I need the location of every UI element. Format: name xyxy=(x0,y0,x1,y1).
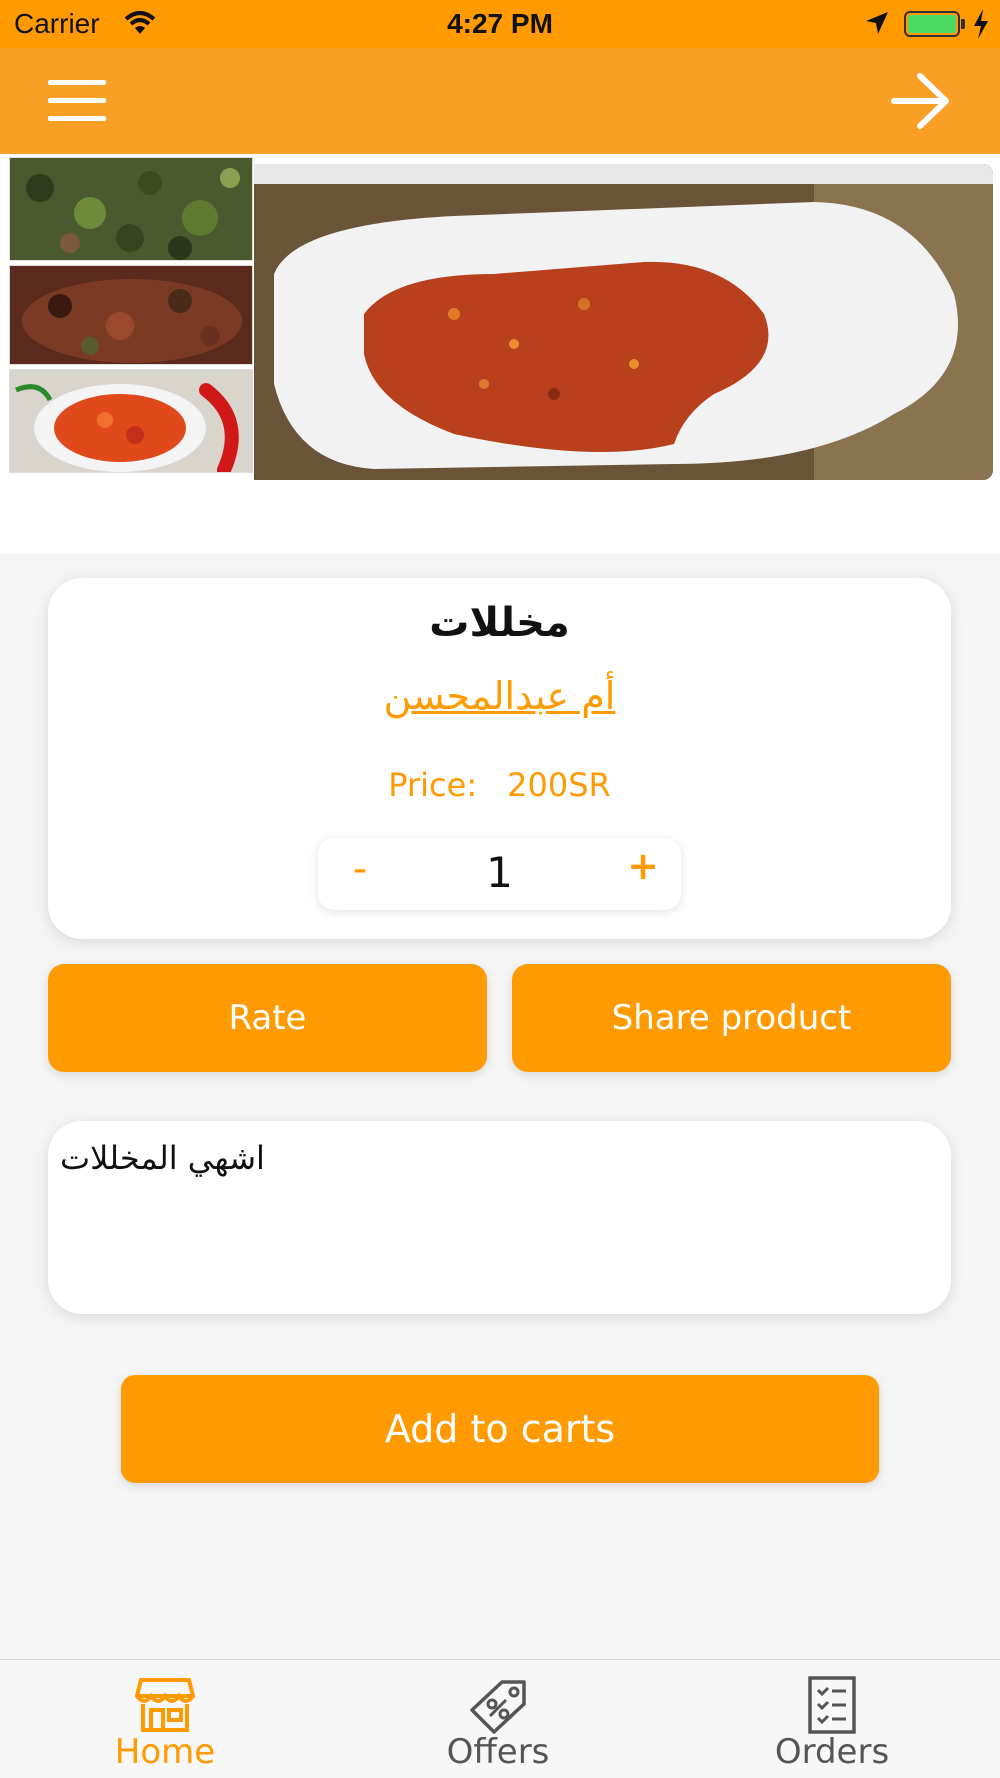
rate-button[interactable]: Rate xyxy=(48,964,487,1072)
description-card: اشهي المخللات xyxy=(48,1121,951,1314)
list-icon xyxy=(808,1676,856,1734)
quantity-stepper: - 1 + xyxy=(318,838,681,910)
thumbnail-pickled-peppers[interactable] xyxy=(9,157,253,261)
location-arrow-icon xyxy=(866,12,888,34)
navigation-bar xyxy=(0,48,1000,154)
price-row: Price: 200SR xyxy=(48,766,951,804)
thumbnail-spice-mix[interactable] xyxy=(9,265,253,365)
increment-button[interactable]: + xyxy=(623,844,663,888)
charging-bolt-icon xyxy=(974,9,988,39)
arrow-right-icon[interactable] xyxy=(880,68,960,134)
add-to-cart-button[interactable]: Add to carts xyxy=(121,1375,879,1483)
hamburger-menu-icon xyxy=(48,80,106,85)
tag-icon xyxy=(470,1680,526,1734)
tab-orders-label: Orders xyxy=(774,1732,890,1772)
product-info-card: مخللات أم عبدالمحسن Price: 200SR - 1 + xyxy=(48,578,951,939)
tab-home-label: Home xyxy=(114,1732,216,1772)
status-time: 4:27 PM xyxy=(447,8,553,39)
tab-bar: Home Offers Orders xyxy=(0,1659,1000,1778)
share-product-button[interactable]: Share product xyxy=(512,964,951,1072)
hamburger-menu-icon-line xyxy=(48,116,106,121)
tab-home[interactable]: Home xyxy=(60,1660,260,1778)
battery-icon xyxy=(904,11,960,37)
store-icon xyxy=(135,1678,195,1732)
tab-orders[interactable]: Orders xyxy=(727,1660,927,1778)
tab-offers-label: Offers xyxy=(446,1732,550,1772)
decrement-button[interactable]: - xyxy=(340,846,380,892)
product-gallery xyxy=(0,154,1000,554)
main-product-image xyxy=(254,164,993,480)
product-title: مخللات xyxy=(429,600,570,646)
status-bar: Carrier 4:27 PM xyxy=(0,0,1000,48)
battery-tip xyxy=(961,19,965,29)
price-label: Price: xyxy=(388,766,478,804)
menu-button[interactable] xyxy=(40,76,112,126)
vendor-link[interactable]: أم عبدالمحسن xyxy=(48,674,951,718)
tab-offers[interactable]: Offers xyxy=(393,1660,593,1778)
price-value: 200SR xyxy=(507,766,611,804)
thumbnail-red-chili-flakes[interactable] xyxy=(9,369,253,473)
quantity-value: 1 xyxy=(486,848,513,897)
product-description: اشهي المخللات xyxy=(60,1139,265,1177)
hamburger-menu-icon-line xyxy=(48,98,106,103)
